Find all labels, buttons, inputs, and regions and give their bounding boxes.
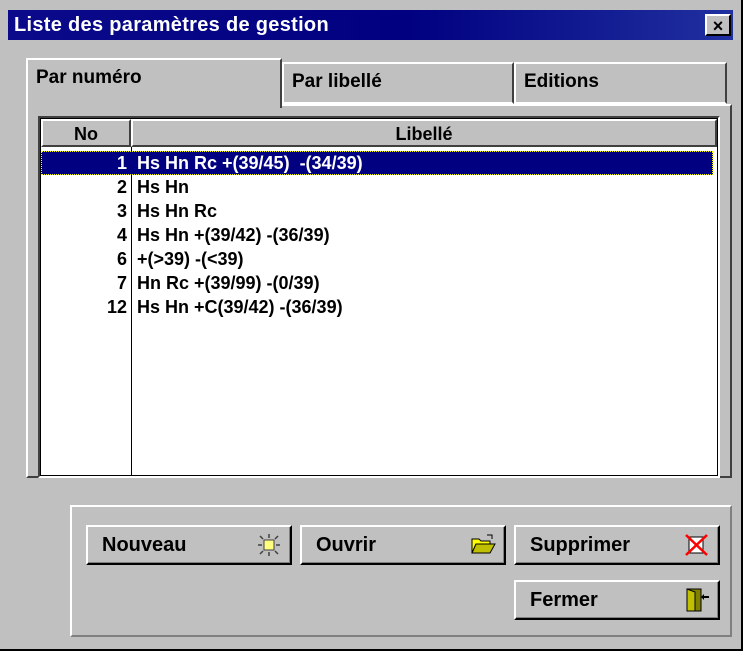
dialog-window: Liste des paramètres de gestion × Par li…	[0, 0, 743, 651]
exit-door-icon	[686, 588, 709, 612]
tab-label: Par numéro	[36, 67, 142, 88]
nouveau-button[interactable]: Nouveau	[86, 525, 292, 565]
title-bar: Liste des paramètres de gestion ×	[8, 10, 733, 40]
delete-x-icon	[685, 534, 708, 556]
row-libelle: Hn Rc +(39/99) -(0/39)	[137, 273, 320, 293]
row-number: 2	[116, 177, 127, 197]
close-window-button[interactable]: ×	[705, 14, 731, 36]
tab-label: Par libellé	[292, 71, 382, 92]
row-number: 4	[116, 225, 127, 245]
supprimer-button[interactable]: Supprimer	[514, 525, 720, 565]
button-label: Nouveau	[102, 534, 187, 556]
tab-label: Editions	[524, 71, 599, 92]
row-libelle: Hs Hn Rc	[137, 201, 218, 221]
row-libelle: Hs Hn +C(39/42) -(36/39)	[137, 297, 343, 317]
row-libelle: +(>39) -(<39)	[137, 249, 244, 269]
list-item[interactable]: 7 Hn Rc +(39/99) -(0/39)	[41, 271, 717, 295]
fermer-button[interactable]: Fermer	[514, 580, 720, 620]
sun-icon	[258, 534, 280, 556]
row-number: 1	[116, 153, 127, 173]
list-item[interactable]: 6 +(>39) -(<39)	[41, 247, 717, 271]
button-label: Ouvrir	[316, 534, 377, 556]
button-label: Fermer	[530, 589, 598, 611]
row-libelle: Hs Hn +(39/42) -(36/39)	[137, 225, 330, 245]
list-item[interactable]: 2 Hs Hn	[41, 175, 717, 199]
list-item[interactable]: 4 Hs Hn +(39/42) -(36/39)	[41, 223, 717, 247]
list-item[interactable]: 12 Hs Hn +C(39/42) -(36/39)	[41, 295, 717, 319]
ouvrir-button[interactable]: Ouvrir	[300, 525, 506, 565]
row-libelle: Hs Hn Rc +(39/45) -(34/39)	[137, 153, 363, 173]
list-rows: 1 Hs Hn Rc +(39/45) -(34/39) 2 Hs Hn 3 Hs Hn …	[41, 151, 717, 319]
close-icon: ×	[712, 16, 724, 36]
row-number: 7	[116, 273, 127, 293]
list-item[interactable]: 3 Hs Hn Rc	[41, 199, 717, 223]
row-number: 12	[106, 297, 127, 317]
column-header-no[interactable]: No	[41, 119, 131, 147]
row-libelle: Hs Hn	[137, 177, 190, 197]
parameters-list[interactable]: No Libellé 1 Hs Hn Rc +(39/45) -(34/39) 2 H…	[38, 116, 720, 478]
row-number: 3	[116, 201, 127, 221]
list-item[interactable]: 1 Hs Hn Rc +(39/45) -(34/39)	[41, 151, 713, 175]
window-title: Liste des paramètres de gestion	[14, 14, 329, 36]
tab-editions[interactable]: Editions	[514, 62, 727, 104]
column-header-libelle[interactable]: Libellé	[131, 119, 717, 147]
tab-par-numero[interactable]: Par numéro	[26, 58, 282, 108]
list-header: No Libellé	[41, 119, 717, 147]
row-number: 6	[116, 249, 127, 269]
button-label: Supprimer	[530, 534, 631, 556]
open-folder-icon	[471, 534, 496, 554]
tab-par-libelle[interactable]: Par libellé	[282, 62, 514, 104]
